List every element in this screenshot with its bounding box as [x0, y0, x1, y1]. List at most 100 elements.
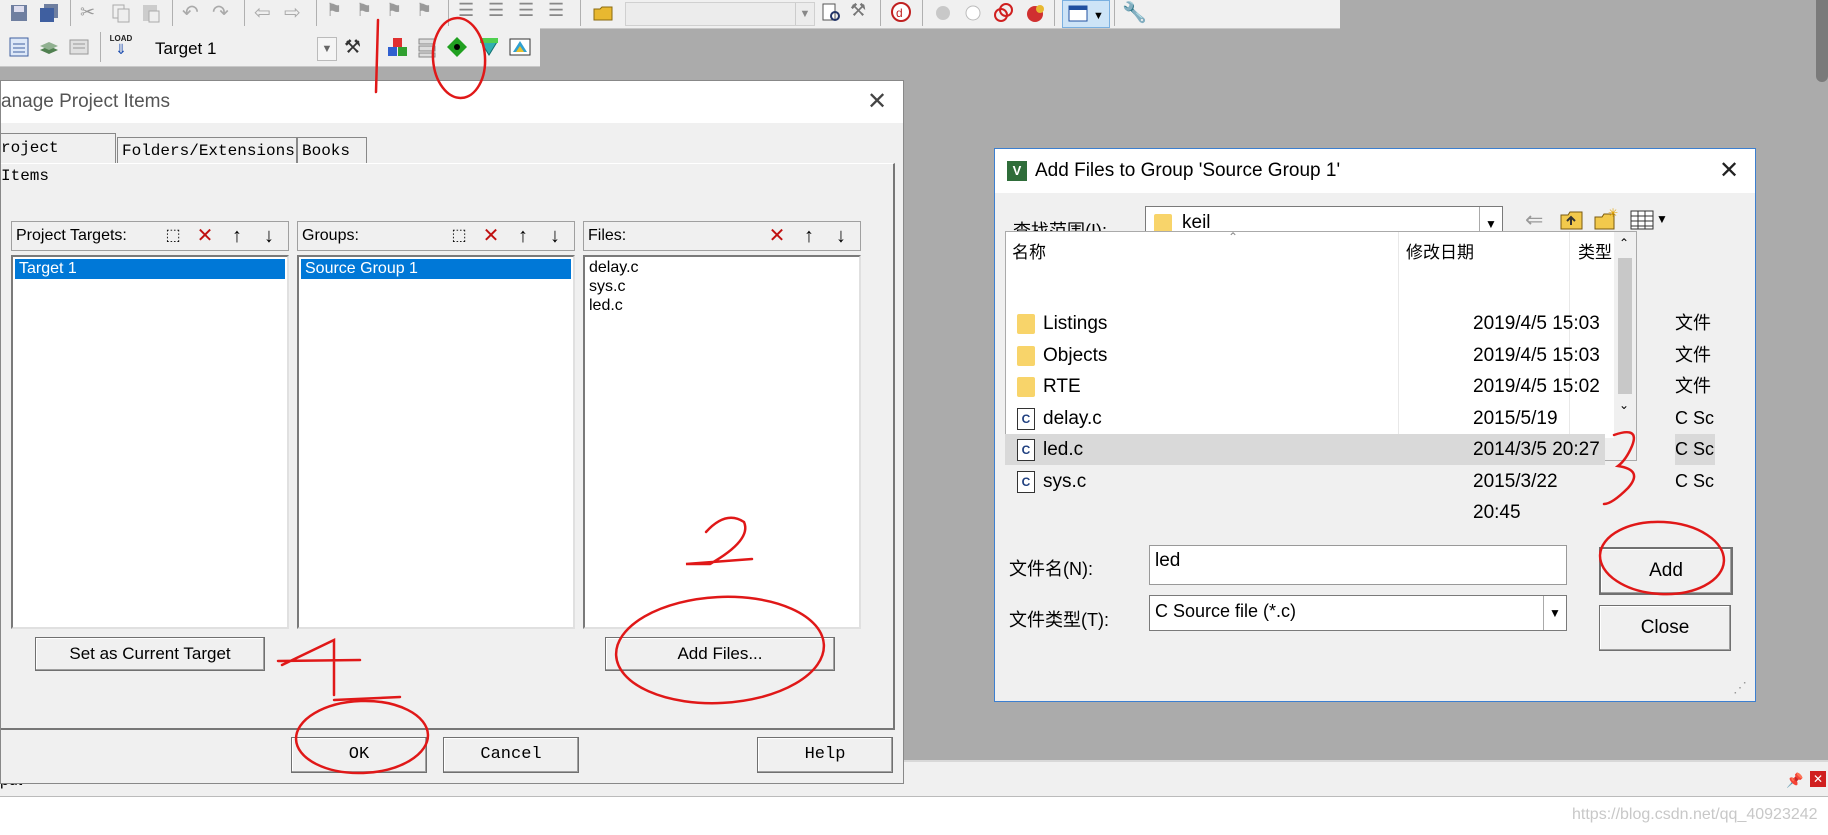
- bookmark-next-icon[interactable]: ⚑: [386, 0, 408, 22]
- file-row[interactable]: Cled.c 2014/3/5 20:27: [1005, 434, 1605, 465]
- breakpoint-all-icon[interactable]: [1024, 2, 1046, 24]
- file-row[interactable]: Csys.c 2015/3/22 20:45: [1005, 466, 1605, 523]
- column-header-name[interactable]: 名称: [1012, 238, 1046, 263]
- debug-icon[interactable]: d: [890, 1, 912, 23]
- redo-icon[interactable]: ↷: [212, 0, 234, 24]
- forward-icon[interactable]: ⇨: [284, 0, 306, 24]
- move-down-icon[interactable]: ↓: [256, 223, 282, 249]
- add-files-button[interactable]: Add Files...: [605, 637, 835, 671]
- pack-installer-icon[interactable]: [508, 36, 531, 58]
- toolbar-separator: [1054, 0, 1055, 26]
- filetype-select[interactable]: C Source file (*.c) ▼: [1149, 595, 1567, 631]
- file-row[interactable]: Listings 2019/4/5 15:03: [1005, 308, 1605, 339]
- scroll-down-icon[interactable]: ⌄: [1619, 398, 1629, 412]
- list-item[interactable]: delay.c: [585, 257, 859, 277]
- rebuild-icon[interactable]: [68, 36, 90, 58]
- files-list[interactable]: delay.c sys.c led.c: [583, 255, 861, 629]
- back-icon[interactable]: ⇐: [1525, 207, 1543, 233]
- tab-project-items[interactable]: roject Items: [1, 133, 116, 185]
- filetype-label: 文件类型(T):: [1009, 610, 1109, 630]
- file-row[interactable]: RTE 2019/4/5 15:02: [1005, 371, 1605, 402]
- vertical-scrollbar[interactable]: ⌃ ⌄: [1614, 232, 1636, 460]
- bookmark-clear-icon[interactable]: ⚑: [416, 0, 438, 22]
- options-for-target-icon[interactable]: ⚒: [344, 36, 366, 58]
- toolbar-separator: [100, 32, 101, 62]
- tab-books[interactable]: Books: [297, 137, 367, 164]
- chevron-down-icon[interactable]: ▼: [795, 3, 814, 25]
- list-item[interactable]: Source Group 1: [301, 259, 571, 279]
- cancel-button[interactable]: Cancel: [443, 737, 579, 773]
- manage-project-items-icon[interactable]: [386, 36, 408, 58]
- build-icon[interactable]: [38, 36, 60, 58]
- bookmark-prev-icon[interactable]: ⚑: [356, 0, 378, 22]
- unindent-icon[interactable]: ☰: [488, 0, 510, 22]
- select-packs-icon[interactable]: [446, 36, 468, 58]
- list-item[interactable]: sys.c: [585, 277, 859, 296]
- find-combo[interactable]: ▼: [625, 2, 815, 26]
- delete-icon[interactable]: ✕: [192, 223, 218, 249]
- new-icon[interactable]: ⬚: [160, 223, 186, 249]
- delete-icon[interactable]: ✕: [478, 223, 504, 249]
- move-down-icon[interactable]: ↓: [542, 223, 568, 249]
- move-up-icon[interactable]: ↑: [796, 223, 822, 249]
- close-icon[interactable]: ✕: [867, 87, 887, 116]
- close-icon[interactable]: ✕: [1719, 156, 1739, 185]
- list-item[interactable]: led.c: [585, 296, 859, 315]
- close-icon[interactable]: ✕: [1810, 771, 1826, 787]
- copy-icon[interactable]: [110, 2, 132, 24]
- new-icon[interactable]: ⬚: [446, 223, 472, 249]
- move-up-icon[interactable]: ↑: [510, 223, 536, 249]
- tab-folders-extensions[interactable]: Folders/Extensions: [117, 137, 297, 164]
- breakpoint-kill-icon[interactable]: [992, 2, 1014, 24]
- move-down-icon[interactable]: ↓: [828, 223, 854, 249]
- help-button[interactable]: Help: [757, 737, 893, 773]
- filename-input[interactable]: led: [1149, 545, 1567, 585]
- column-headers: 名称 ⌃ 修改日期 类型: [1006, 232, 1636, 460]
- save-all-icon[interactable]: [38, 2, 60, 24]
- breakpoint-disable-icon[interactable]: [962, 2, 984, 24]
- file-row[interactable]: Cdelay.c2015/5/19 13:10: [1005, 403, 1605, 460]
- comment-icon[interactable]: ☰: [518, 0, 540, 22]
- targets-header: Project Targets: ⬚ ✕ ↑ ↓: [11, 221, 289, 251]
- breakpoint-icon[interactable]: [932, 2, 954, 24]
- indent-icon[interactable]: ☰: [458, 0, 480, 22]
- set-as-current-target-button[interactable]: Set as Current Target: [35, 637, 265, 671]
- pin-icon[interactable]: 📌: [1786, 772, 1803, 789]
- ok-button[interactable]: OK: [291, 737, 427, 773]
- targets-list[interactable]: Target 1: [11, 255, 289, 629]
- paste-icon[interactable]: [140, 2, 162, 24]
- tools-icon[interactable]: 🔧: [1122, 0, 1147, 24]
- close-button[interactable]: Close: [1599, 605, 1731, 651]
- uncomment-icon[interactable]: ☰: [548, 0, 570, 22]
- chevron-down-icon[interactable]: ▼: [1543, 596, 1566, 630]
- manage-multi-project-icon[interactable]: [416, 36, 438, 58]
- find-in-files-icon[interactable]: ⚒: [850, 0, 872, 22]
- add-button[interactable]: Add: [1599, 547, 1733, 595]
- target-select[interactable]: Target 1 ▼: [144, 35, 338, 62]
- back-icon[interactable]: ⇦: [254, 0, 276, 24]
- file-row[interactable]: Objects 2019/4/5 15:03: [1005, 340, 1605, 371]
- manage-title-bar: anage Project Items ✕: [1, 81, 903, 123]
- save-icon[interactable]: [8, 2, 30, 24]
- delete-icon[interactable]: ✕: [764, 223, 790, 249]
- move-up-icon[interactable]: ↑: [224, 223, 250, 249]
- cut-icon[interactable]: ✂: [80, 2, 102, 24]
- find-icon[interactable]: [820, 2, 842, 24]
- manage-rte-icon[interactable]: [478, 36, 500, 58]
- groups-list[interactable]: Source Group 1: [297, 255, 575, 629]
- column-header-date[interactable]: 修改日期: [1406, 238, 1474, 263]
- scroll-up-icon[interactable]: ⌃: [1619, 236, 1629, 250]
- list-item[interactable]: Target 1: [15, 259, 285, 279]
- bookmark-icon[interactable]: ⚑: [326, 0, 348, 22]
- translate-icon[interactable]: [8, 36, 30, 58]
- window-icon[interactable]: ▼: [1062, 0, 1110, 28]
- editor-scrollbar[interactable]: [1816, 0, 1828, 82]
- resize-grip-icon[interactable]: ⋰: [1733, 679, 1747, 696]
- open-folder-icon[interactable]: [592, 2, 614, 24]
- load-icon[interactable]: LOAD ⇓: [108, 34, 134, 56]
- chevron-down-icon[interactable]: ▼: [317, 37, 337, 61]
- scroll-thumb[interactable]: [1618, 258, 1632, 394]
- undo-icon[interactable]: ↶: [182, 0, 204, 24]
- column-header-type[interactable]: 类型: [1578, 238, 1612, 263]
- manage-project-items-dialog: anage Project Items ✕ roject Items Folde…: [0, 80, 904, 784]
